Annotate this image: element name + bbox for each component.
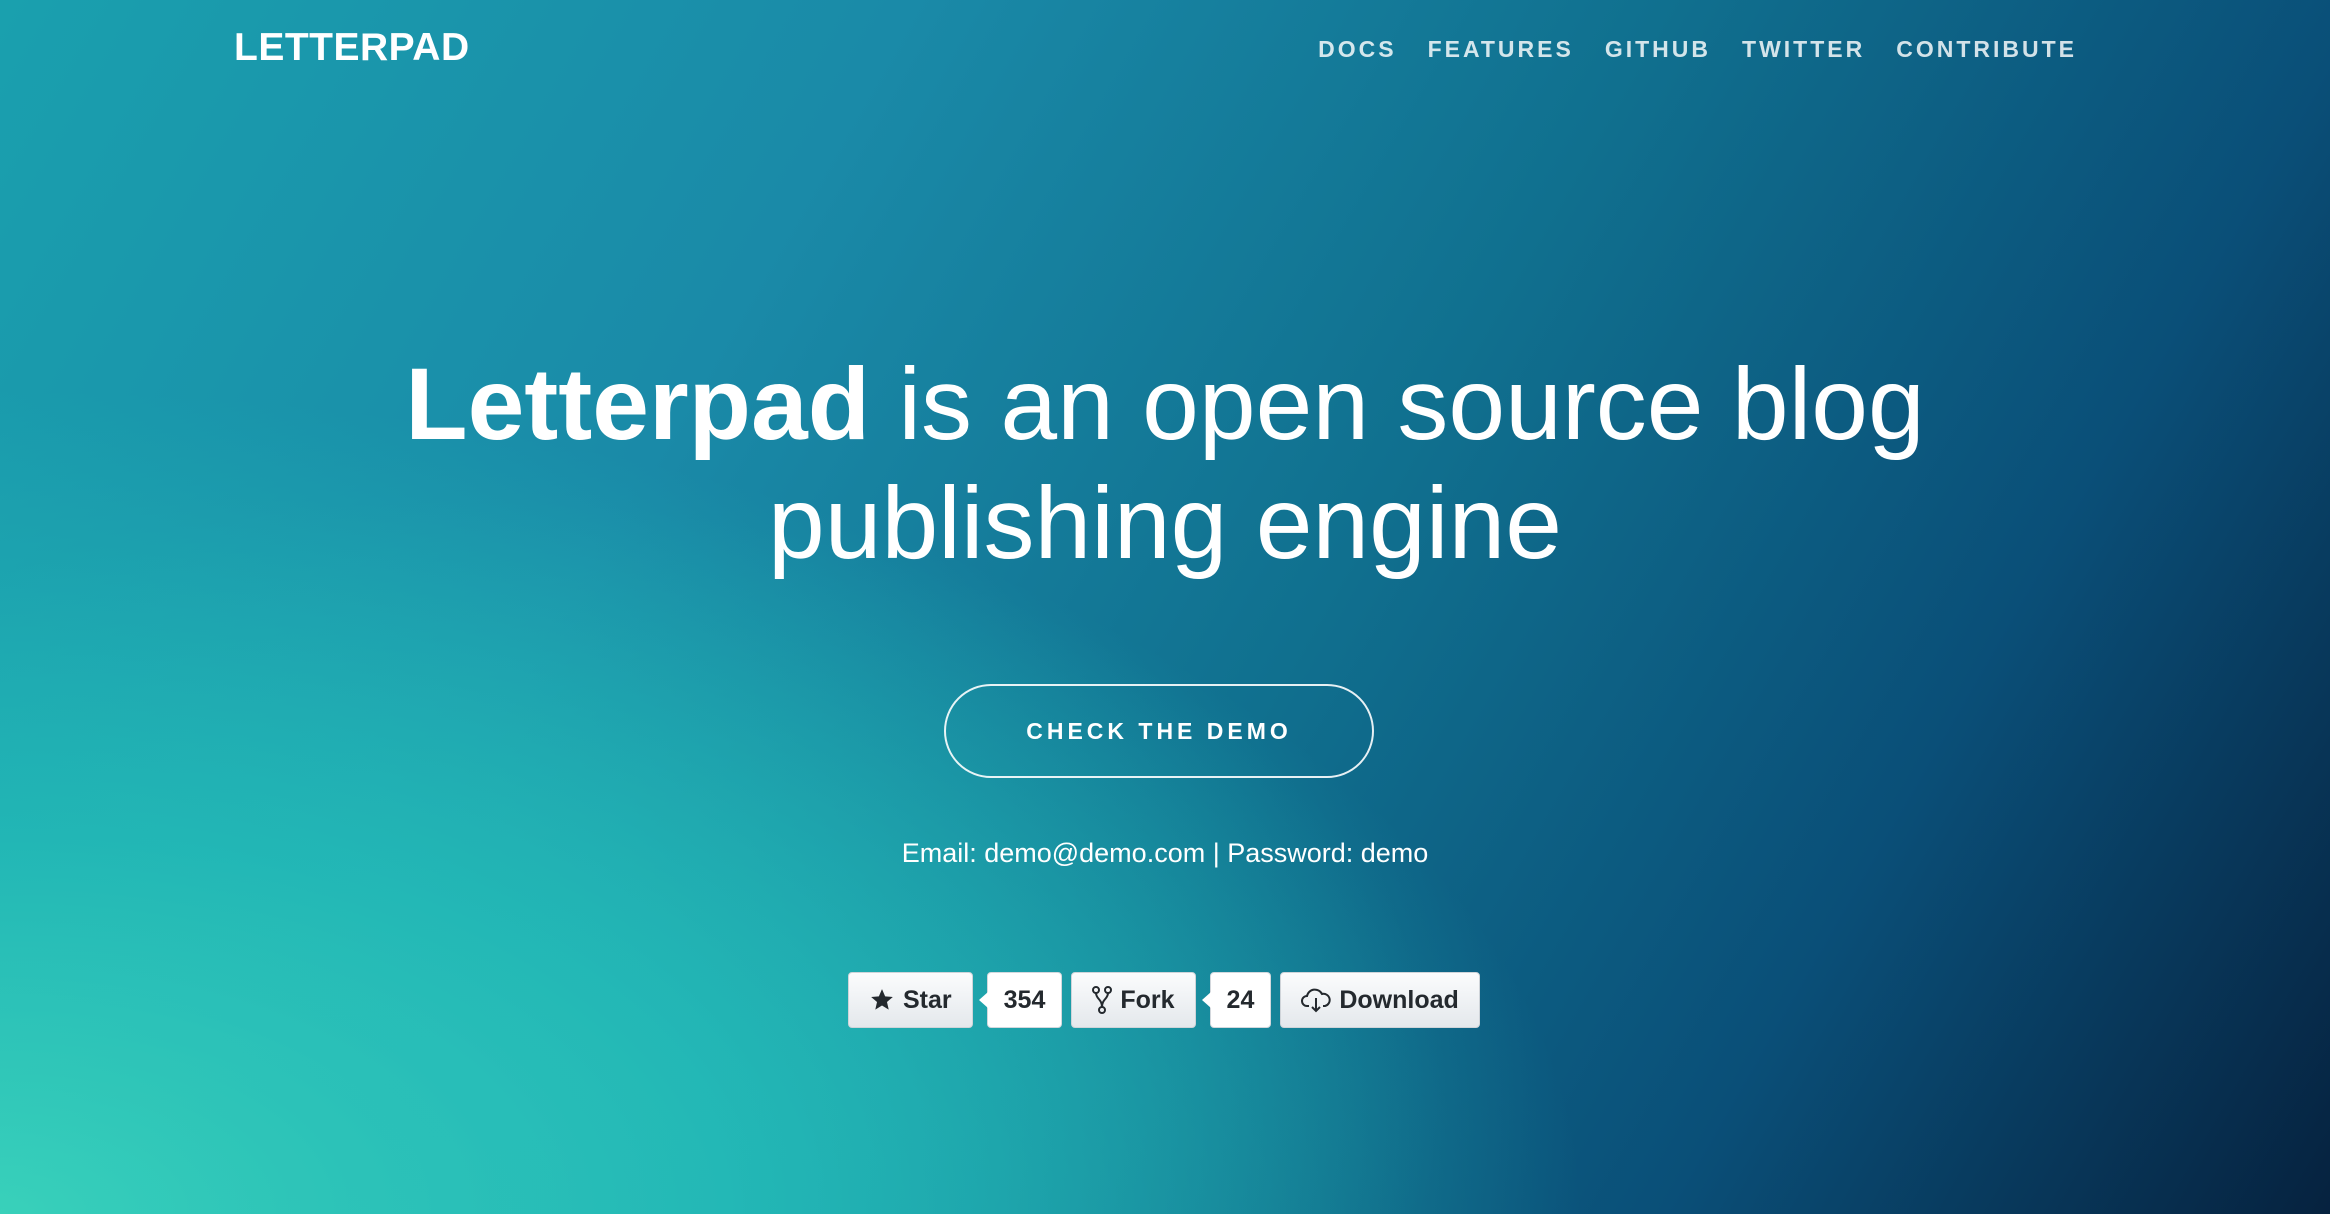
hero-title-brand: Letterpad [405,347,870,461]
cloud-download-icon [1301,988,1332,1013]
github-buttons: Star 354 Fork 24 Download [848,972,1480,1028]
hero-title-line1: is an open source blog [870,347,1925,461]
star-icon [871,989,893,1010]
nav-twitter[interactable]: TWITTER [1742,36,1865,63]
hero-background: LETTERPAD DOCS FEATURES GITHUB TWITTER C… [0,0,2330,1214]
site-logo[interactable]: LETTERPAD [234,26,470,70]
nav-github[interactable]: GITHUB [1605,36,1711,63]
nav-docs[interactable]: DOCS [1318,36,1396,63]
star-count[interactable]: 354 [978,972,1063,1028]
download-label: Download [1339,985,1459,1014]
nav-features[interactable]: FEATURES [1428,36,1574,63]
fork-label: Fork [1120,985,1175,1014]
github-download-button[interactable]: Download [1280,972,1480,1028]
github-fork-button[interactable]: Fork [1071,972,1196,1028]
top-nav: DOCS FEATURES GITHUB TWITTER CONTRIBUTE [1287,36,2077,63]
demo-credentials: Email: demo@demo.com | Password: demo [901,838,1429,868]
hero-title: Letterpad is an open source blog publish… [0,345,2330,583]
star-label: Star [903,985,952,1014]
hero-title-line2: publishing engine [768,466,1562,580]
fork-count[interactable]: 24 [1201,972,1272,1028]
check-demo-button[interactable]: CHECK THE DEMO [944,684,1374,778]
nav-contribute[interactable]: CONTRIBUTE [1896,36,2077,63]
fork-icon [1092,986,1113,1014]
github-star-button[interactable]: Star [848,972,973,1028]
